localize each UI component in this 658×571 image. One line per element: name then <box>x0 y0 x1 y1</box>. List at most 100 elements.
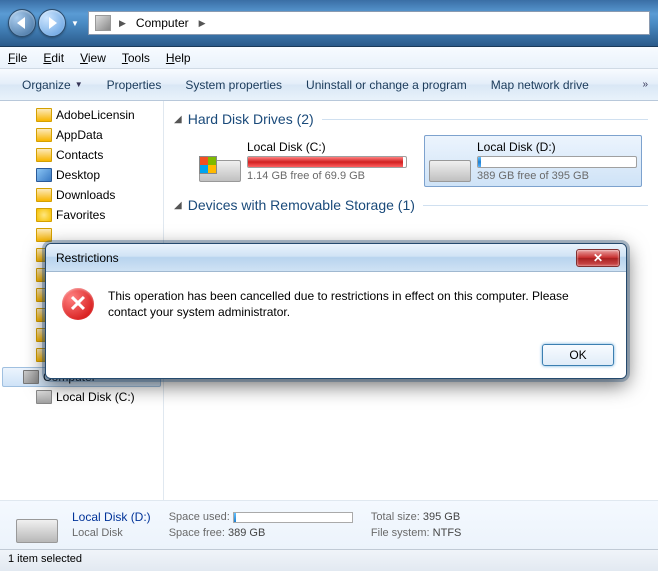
tree-item-contacts[interactable]: Contacts <box>0 145 163 165</box>
tree-label: Desktop <box>56 168 100 182</box>
drive-local-d[interactable]: Local Disk (D:) 389 GB free of 395 GB <box>424 135 642 187</box>
details-name-col: Local Disk (D:) Local Disk <box>72 509 151 541</box>
tree-label: Favorites <box>56 208 105 222</box>
details-title: Local Disk (D:) <box>72 509 151 525</box>
space-free-value: 389 GB <box>228 527 265 539</box>
details-type: Local Disk <box>72 525 151 541</box>
capacity-fill <box>478 157 481 167</box>
dialog-body: ✕ This operation has been cancelled due … <box>46 272 626 336</box>
tree-item-appdata[interactable]: AppData <box>0 125 163 145</box>
drive-info: Local Disk (C:) 1.14 GB free of 69.9 GB <box>247 140 407 182</box>
cmd-map-network-drive[interactable]: Map network drive <box>479 74 601 96</box>
section-label: Hard Disk Drives (2) <box>188 111 314 127</box>
divider <box>423 205 648 206</box>
dialog-message: This operation has been cancelled due to… <box>108 288 610 320</box>
folder-icon <box>36 228 52 242</box>
total-size-label: Total size: <box>371 509 420 525</box>
details-pane: Local Disk (D:) Local Disk Space used: S… <box>0 500 658 549</box>
nav-back-button[interactable] <box>8 9 36 37</box>
dialog-footer: OK <box>46 336 626 378</box>
command-bar: Organize ▼ Properties System properties U… <box>0 69 658 101</box>
total-size-value: 395 GB <box>423 511 460 523</box>
details-total-col: Total size: 395 GB File system: NTFS <box>371 509 461 541</box>
menu-help[interactable]: Help <box>166 51 191 65</box>
space-free-label: Space free: <box>169 525 225 541</box>
space-used-bar <box>233 512 353 523</box>
tree-item-adobelicensing[interactable]: AdobeLicensin <box>0 105 163 125</box>
menu-file[interactable]: File <box>8 51 27 65</box>
close-icon: ✕ <box>593 251 603 265</box>
folder-icon <box>36 148 52 162</box>
desktop-icon <box>36 168 52 182</box>
section-removable-storage[interactable]: ◢ Devices with Removable Storage (1) <box>174 197 648 213</box>
drive-icon <box>16 507 58 543</box>
folder-icon <box>36 188 52 202</box>
arrow-right-icon <box>49 17 57 29</box>
cmd-uninstall[interactable]: Uninstall or change a program <box>294 74 479 96</box>
error-icon: ✕ <box>62 288 94 320</box>
chevron-down-icon: ▼ <box>75 80 83 89</box>
drive-local-c[interactable]: Local Disk (C:) 1.14 GB free of 69.9 GB <box>194 135 412 187</box>
computer-icon <box>95 15 111 31</box>
dialog-close-button[interactable]: ✕ <box>576 249 620 267</box>
breadcrumb-computer[interactable]: Computer <box>130 12 195 34</box>
cmd-system-properties[interactable]: System properties <box>173 74 294 96</box>
tree-item-local-disk-c[interactable]: Local Disk (C:) <box>0 387 163 407</box>
tree-label: AdobeLicensin <box>56 108 135 122</box>
drive-icon <box>429 140 471 182</box>
computer-icon <box>23 370 39 384</box>
restrictions-dialog: Restrictions ✕ ✕ This operation has been… <box>45 243 627 379</box>
tree-item-favorites[interactable]: Favorites <box>0 205 163 225</box>
tree-item-downloads[interactable]: Downloads <box>0 185 163 205</box>
space-used-fill <box>234 513 236 522</box>
drive-free-text: 1.14 GB free of 69.9 GB <box>247 170 407 182</box>
details-space-col: Space used: Space free: 389 GB <box>169 509 353 541</box>
status-bar: 1 item selected <box>0 549 658 571</box>
tree-label: Contacts <box>56 148 103 162</box>
dialog-ok-button[interactable]: OK <box>542 344 614 366</box>
collapse-icon: ◢ <box>174 200 182 211</box>
drive-free-text: 389 GB free of 395 GB <box>477 170 637 182</box>
menu-tools[interactable]: Tools <box>122 51 150 65</box>
filesystem-value: NTFS <box>433 527 462 539</box>
drive-icon <box>199 140 241 182</box>
cmd-properties[interactable]: Properties <box>95 74 174 96</box>
section-label: Devices with Removable Storage (1) <box>188 197 415 213</box>
capacity-bar <box>477 156 637 168</box>
tree-item-desktop[interactable]: Desktop <box>0 165 163 185</box>
cmd-overflow-chevron-icon[interactable]: » <box>642 79 648 90</box>
nav-history-dropdown[interactable]: ▼ <box>68 11 82 35</box>
tree-label: AppData <box>56 128 103 142</box>
cmd-organize[interactable]: Organize ▼ <box>10 74 95 96</box>
capacity-fill <box>248 157 403 167</box>
menu-bar: File Edit View Tools Help <box>0 47 658 69</box>
breadcrumb-chevron-icon[interactable]: ▶ <box>115 18 130 29</box>
drive-name: Local Disk (D:) <box>477 140 637 154</box>
section-hard-disk-drives[interactable]: ◢ Hard Disk Drives (2) <box>174 111 648 127</box>
chevron-down-icon: ▼ <box>71 19 79 28</box>
menu-edit[interactable]: Edit <box>43 51 64 65</box>
window-header: ▼ ▶ Computer ▶ <box>0 0 658 47</box>
drive-list: Local Disk (C:) 1.14 GB free of 69.9 GB … <box>194 135 648 187</box>
dialog-title-text: Restrictions <box>56 251 119 265</box>
drive-icon <box>36 390 52 404</box>
address-bar[interactable]: ▶ Computer ▶ <box>88 11 650 35</box>
cmd-organize-label: Organize <box>22 78 71 92</box>
capacity-bar <box>247 156 407 168</box>
menu-view[interactable]: View <box>80 51 106 65</box>
arrow-left-icon <box>17 17 25 29</box>
filesystem-label: File system: <box>371 525 430 541</box>
tree-label: Downloads <box>56 188 115 202</box>
dialog-titlebar[interactable]: Restrictions ✕ <box>46 244 626 272</box>
divider <box>322 119 648 120</box>
breadcrumb-chevron-icon[interactable]: ▶ <box>195 18 210 29</box>
nav-forward-button[interactable] <box>38 9 66 37</box>
status-text: 1 item selected <box>8 553 82 565</box>
tree-label: Local Disk (C:) <box>56 390 135 404</box>
drive-name: Local Disk (C:) <box>247 140 407 154</box>
folder-icon <box>36 108 52 122</box>
space-used-label: Space used: <box>169 509 230 525</box>
collapse-icon: ◢ <box>174 114 182 125</box>
drive-info: Local Disk (D:) 389 GB free of 395 GB <box>477 140 637 182</box>
tree-item[interactable] <box>0 225 163 245</box>
